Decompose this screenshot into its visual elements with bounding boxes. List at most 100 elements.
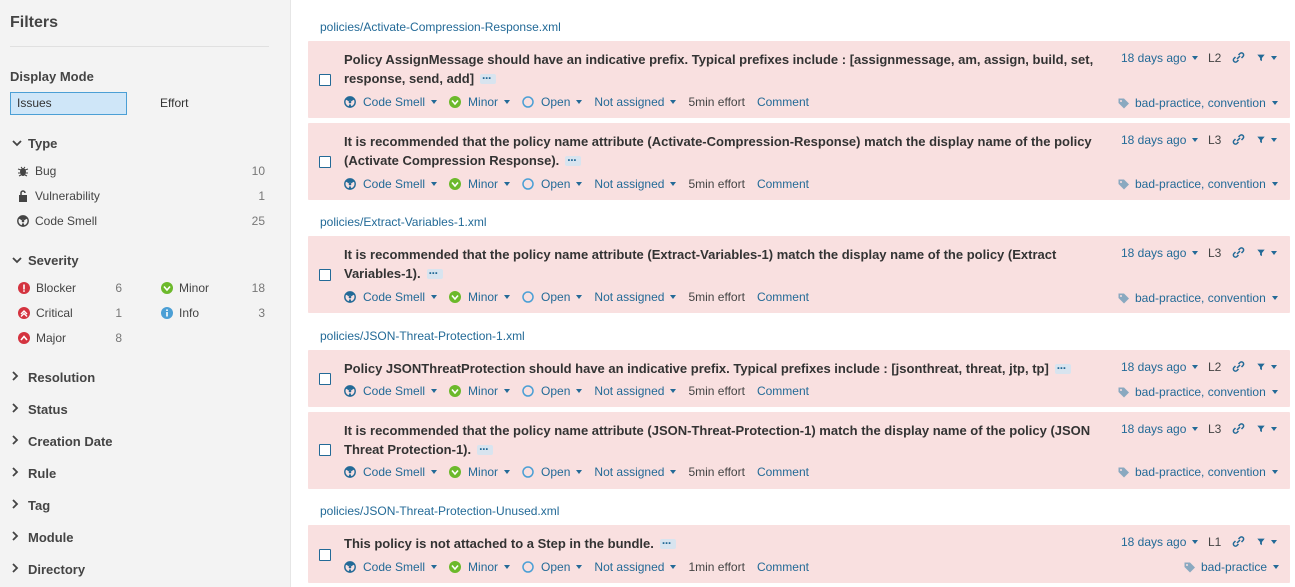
link-icon[interactable] (1232, 246, 1245, 259)
issue-severity-dropdown[interactable]: Minor (449, 95, 511, 109)
issue-line-number[interactable]: L3 (1208, 133, 1221, 147)
issue-tags-dropdown[interactable]: bad-practice (1184, 560, 1280, 574)
more-icon[interactable] (477, 440, 494, 459)
link-icon[interactable] (1232, 535, 1245, 548)
issue-item[interactable]: Policy AssignMessage should have an indi… (308, 41, 1290, 118)
issue-checkbox[interactable] (319, 74, 331, 86)
issue-item[interactable]: This policy is not attached to a Step in… (308, 525, 1290, 583)
facet-type-bug[interactable]: Bug (16, 164, 56, 178)
issue-comment-link[interactable]: Comment (757, 465, 809, 479)
issue-tags-dropdown[interactable]: bad-practice, convention (1118, 177, 1278, 191)
issue-comment-link[interactable]: Comment (757, 95, 809, 109)
issue-type-dropdown[interactable]: Code Smell (344, 177, 438, 191)
facet-status-header[interactable]: Status (12, 402, 68, 417)
issue-checkbox[interactable] (319, 444, 331, 456)
issue-checkbox[interactable] (319, 156, 331, 168)
issue-severity-dropdown[interactable]: Minor (449, 465, 511, 479)
issue-status-dropdown[interactable]: Open (522, 560, 583, 574)
issue-message[interactable]: It is recommended that the policy name a… (344, 421, 1104, 459)
component-path[interactable]: policies/JSON-Threat-Protection-1.xml (320, 329, 525, 343)
issue-comment-link[interactable]: Comment (757, 560, 809, 574)
issue-assignee-dropdown[interactable]: Not assigned (594, 95, 677, 109)
facet-type-code-smell[interactable]: Code Smell (16, 214, 97, 228)
issue-status-dropdown[interactable]: Open (522, 384, 583, 398)
issue-comment-link[interactable]: Comment (757, 177, 809, 191)
facet-severity-info[interactable]: Info (160, 306, 199, 320)
issue-item[interactable]: It is recommended that the policy name a… (308, 236, 1290, 313)
issue-item[interactable]: Policy JSONThreatProtection should have … (308, 350, 1290, 407)
issue-status-dropdown[interactable]: Open (522, 465, 583, 479)
issue-assignee-dropdown[interactable]: Not assigned (594, 177, 677, 191)
issue-message[interactable]: This policy is not attached to a Step in… (344, 534, 1104, 553)
issue-type-dropdown[interactable]: Code Smell (344, 465, 438, 479)
more-icon[interactable] (565, 151, 582, 170)
issue-message[interactable]: Policy AssignMessage should have an indi… (344, 50, 1104, 88)
link-icon[interactable] (1232, 422, 1245, 435)
issue-message[interactable]: It is recommended that the policy name a… (344, 132, 1104, 170)
facet-module-header[interactable]: Module (12, 530, 74, 545)
issue-status-dropdown[interactable]: Open (522, 177, 583, 191)
issue-checkbox[interactable] (319, 373, 331, 385)
issue-line-number[interactable]: L3 (1208, 246, 1221, 260)
display-mode-issues-button[interactable]: Issues (10, 92, 127, 115)
facet-tag-header[interactable]: Tag (12, 498, 50, 513)
filter-icon[interactable] (1257, 535, 1277, 548)
issue-line-number[interactable]: L2 (1208, 51, 1221, 65)
issue-date-dropdown[interactable]: 18 days ago (1121, 360, 1199, 374)
issue-date-dropdown[interactable]: 18 days ago (1121, 246, 1199, 260)
issue-comment-link[interactable]: Comment (757, 290, 809, 304)
issue-message[interactable]: Policy JSONThreatProtection should have … (344, 359, 1104, 378)
issue-checkbox[interactable] (319, 269, 331, 281)
facet-type-vulnerability[interactable]: Vulnerability (16, 189, 100, 203)
issue-severity-dropdown[interactable]: Minor (449, 177, 511, 191)
facet-rule-header[interactable]: Rule (12, 466, 56, 481)
issue-tags-dropdown[interactable]: bad-practice, convention (1118, 96, 1278, 110)
more-icon[interactable] (480, 69, 497, 88)
filter-icon[interactable] (1257, 246, 1277, 259)
issue-type-dropdown[interactable]: Code Smell (344, 560, 438, 574)
facet-severity-critical[interactable]: Critical (17, 306, 73, 320)
issue-item[interactable]: It is recommended that the policy name a… (308, 412, 1290, 489)
issue-message[interactable]: It is recommended that the policy name a… (344, 245, 1104, 283)
component-path[interactable]: policies/JSON-Threat-Protection-Unused.x… (320, 504, 559, 518)
issue-type-dropdown[interactable]: Code Smell (344, 384, 438, 398)
issue-line-number[interactable]: L2 (1208, 360, 1221, 374)
issue-tags-dropdown[interactable]: bad-practice, convention (1118, 291, 1278, 305)
facet-severity-header[interactable]: Severity (12, 253, 79, 268)
filter-icon[interactable] (1257, 360, 1277, 373)
issue-checkbox[interactable] (319, 549, 331, 561)
issue-status-dropdown[interactable]: Open (522, 95, 583, 109)
facet-directory-header[interactable]: Directory (12, 562, 85, 577)
link-icon[interactable] (1232, 51, 1245, 64)
issue-line-number[interactable]: L3 (1208, 422, 1221, 436)
issue-tags-dropdown[interactable]: bad-practice, convention (1118, 465, 1278, 479)
facet-type-header[interactable]: Type (12, 136, 57, 151)
filter-icon[interactable] (1257, 133, 1277, 146)
filter-icon[interactable] (1257, 51, 1277, 64)
issue-assignee-dropdown[interactable]: Not assigned (594, 465, 677, 479)
more-icon[interactable] (1054, 359, 1071, 378)
display-mode-effort-button[interactable]: Effort (153, 92, 270, 115)
facet-creation-date-header[interactable]: Creation Date (12, 434, 113, 449)
filter-icon[interactable] (1257, 422, 1277, 435)
facet-resolution-header[interactable]: Resolution (12, 370, 95, 385)
issue-type-dropdown[interactable]: Code Smell (344, 95, 438, 109)
issue-date-dropdown[interactable]: 18 days ago (1121, 133, 1199, 147)
issue-item[interactable]: It is recommended that the policy name a… (308, 123, 1290, 200)
issue-tags-dropdown[interactable]: bad-practice, convention (1118, 385, 1278, 399)
more-icon[interactable] (426, 264, 443, 283)
issue-date-dropdown[interactable]: 18 days ago (1121, 422, 1199, 436)
link-icon[interactable] (1232, 133, 1245, 146)
facet-severity-major[interactable]: Major (17, 331, 66, 345)
issue-line-number[interactable]: L1 (1208, 535, 1221, 549)
issue-comment-link[interactable]: Comment (757, 384, 809, 398)
more-icon[interactable] (659, 534, 676, 553)
facet-severity-minor[interactable]: Minor (160, 281, 209, 295)
link-icon[interactable] (1232, 360, 1245, 373)
issue-severity-dropdown[interactable]: Minor (449, 384, 511, 398)
issue-status-dropdown[interactable]: Open (522, 290, 583, 304)
issue-date-dropdown[interactable]: 18 days ago (1121, 51, 1199, 65)
issue-assignee-dropdown[interactable]: Not assigned (594, 384, 677, 398)
issue-assignee-dropdown[interactable]: Not assigned (594, 290, 677, 304)
issue-severity-dropdown[interactable]: Minor (449, 560, 511, 574)
